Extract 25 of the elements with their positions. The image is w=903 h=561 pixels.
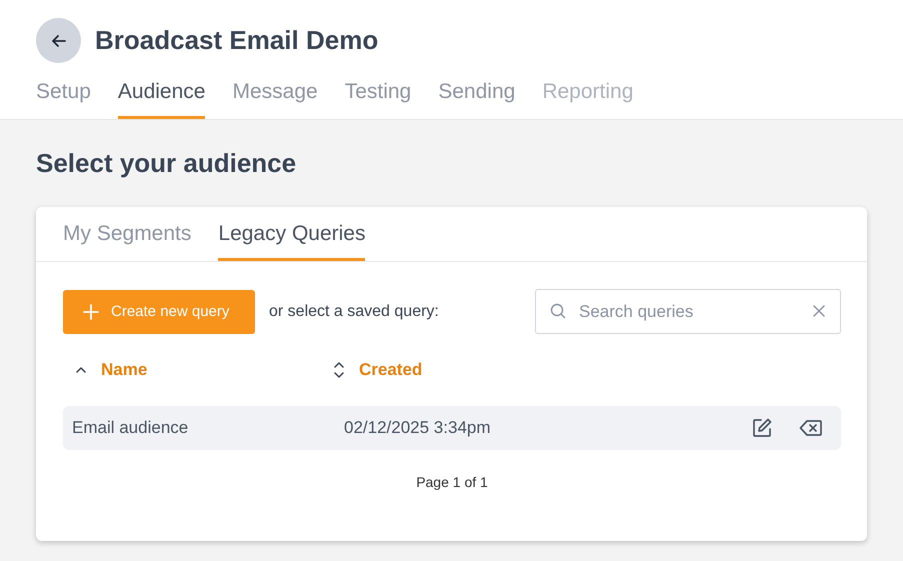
clear-icon[interactable] [813,305,825,317]
step-tab[interactable]: Testing [344,80,412,119]
search-field[interactable]: Search queries [535,289,841,334]
page-title: Broadcast Email Demo [95,25,378,56]
pagination-text: Page 1 of 1 [416,474,488,490]
column-header[interactable]: Created [359,360,422,380]
tab[interactable]: My Segments [63,222,192,261]
step-tab[interactable]: Message [232,80,318,119]
query-created: 02/12/2025 3:34pm [344,418,492,438]
plus-icon [83,304,99,320]
query-row[interactable]: Email audience 02/12/2025 3:34pm [63,406,841,450]
step-tab[interactable]: Sending [438,80,516,119]
section-heading: Select your audience [36,148,298,179]
prompt-text: or select a saved query: [269,302,439,320]
delete-icon[interactable] [799,419,823,437]
tab[interactable]: Legacy Queries [218,222,366,261]
query-name: Email audience [72,418,190,438]
step-tab[interactable]: Audience [118,80,206,119]
step-tab[interactable]: Setup [36,80,91,119]
back-button[interactable] [36,18,81,63]
search-icon [550,303,566,319]
create-query-button[interactable]: Create new query [63,290,255,334]
sort-icon[interactable] [333,361,345,379]
edit-icon[interactable] [751,417,773,439]
column-header[interactable]: Name [101,360,148,380]
